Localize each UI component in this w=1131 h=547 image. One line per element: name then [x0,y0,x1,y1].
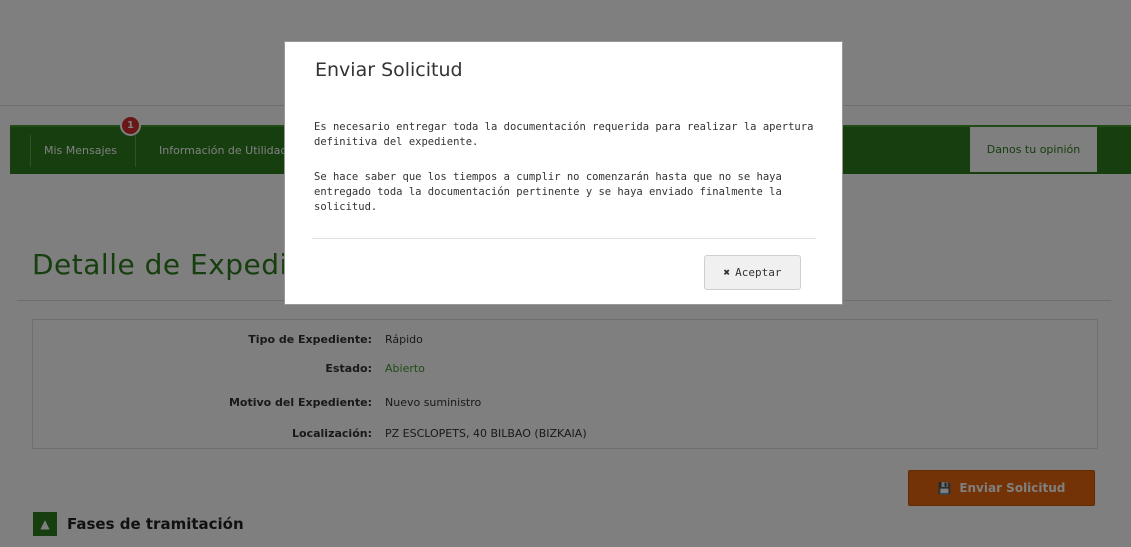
close-icon: ✖ [723,266,731,279]
dialog-paragraph-2: Se hace saber que los tiempos a cumplir … [314,171,782,213]
send-request-dialog: Enviar Solicitud Es necesario entregar t… [284,41,843,305]
accept-label: Aceptar [735,266,782,279]
dialog-title: Enviar Solicitud [315,59,463,81]
accept-button[interactable]: ✖ Aceptar [704,255,801,290]
dialog-divider [312,238,816,239]
dialog-paragraph-1: Es necesario entregar toda la documentac… [314,121,814,148]
